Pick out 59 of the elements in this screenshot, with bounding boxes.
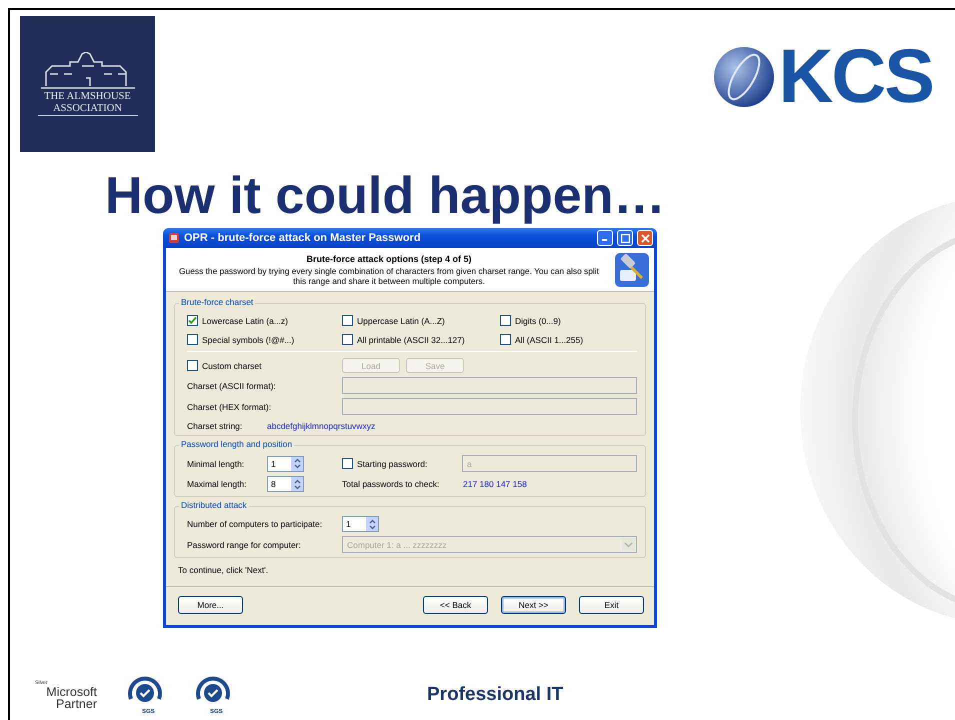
field-label: Charset string: (187, 421, 244, 431)
dialog-button[interactable]: Next >> (501, 596, 566, 614)
checkbox[interactable] (187, 334, 198, 345)
status-text: To continue, click 'Next'. (178, 565, 270, 575)
footer-text: Professional IT (427, 684, 564, 706)
rule-line-icon (38, 114, 138, 116)
checkbox[interactable] (500, 315, 511, 326)
sphere-icon (712, 46, 775, 108)
minimize-button[interactable] (597, 230, 613, 246)
checkbox-label: Digits (0...9) (515, 316, 561, 326)
checkbox[interactable] (342, 458, 353, 469)
checkbox[interactable] (187, 360, 198, 371)
dialog-button[interactable]: Exit (579, 596, 644, 614)
field-label: Minimal length: (187, 458, 246, 468)
total-value: 217 180 147 158 (463, 479, 527, 489)
slide-title: How it could happen… (105, 168, 666, 224)
field-label: Charset (ASCII format): (187, 380, 276, 390)
checkbox-label: Uppercase Latin (A...Z) (357, 316, 445, 326)
checkbox-label: All (ASCII 1...255) (515, 334, 584, 344)
checkbox[interactable] (342, 315, 353, 326)
checkbox-label: Lowercase Latin (a...z) (202, 316, 288, 326)
spin-arrows-icon[interactable] (366, 517, 378, 531)
checkbox-label: Starting password: (357, 458, 428, 468)
app-icon (168, 232, 180, 244)
close-icon (640, 234, 650, 242)
maximize-icon (620, 234, 630, 242)
spin-field[interactable]: 1 (267, 456, 304, 472)
close-button[interactable] (637, 230, 653, 246)
group-legend: Distributed attack (179, 500, 249, 510)
logo-text: THE ALMSHOUSE (44, 90, 131, 102)
window-title: OPR - brute-force attack on Master Password (184, 232, 422, 244)
checkbox[interactable] (500, 334, 511, 345)
dialog-button[interactable]: More... (178, 596, 243, 614)
logo-text: ASSOCIATION (53, 102, 122, 114)
spin-field[interactable]: 8 (267, 476, 304, 492)
group-legend: Brute-force charset (179, 297, 256, 307)
checkbox[interactable] (342, 334, 353, 345)
step-heading: Brute-force attack options (step 4 of 5) (306, 254, 472, 264)
spin-field[interactable]: 1 (342, 516, 379, 532)
field-label: Number of computers to participate: (187, 519, 324, 529)
field-label: Maximal length: (187, 479, 248, 489)
charset-value: abcdefghijklmnopqrstuvwxyz (267, 421, 376, 431)
checkbox-label: Special symbols (!@#...) (202, 334, 294, 344)
checkbox[interactable] (187, 315, 198, 326)
step-description: Guess the password by trying every single combination of characters from given charset range. You can also split this range and share it between multiple computers. (178, 266, 600, 286)
spin-arrows-icon[interactable] (291, 477, 303, 491)
group-legend: Password length and position (179, 439, 294, 449)
maximize-button[interactable] (617, 230, 633, 246)
checkbox-label: Custom charset (202, 360, 262, 370)
field-label: Charset (HEX format): (187, 402, 272, 412)
logo-text: Microsoft (46, 686, 97, 698)
field-label: Total passwords to check: (342, 479, 440, 489)
checkbox-label: All printable (ASCII 32...127) (357, 334, 465, 344)
logo-text: Partner (56, 698, 97, 710)
logo-text: KCS (778, 42, 933, 112)
spin-arrows-icon[interactable] (291, 456, 303, 470)
field-label: Password range for computer: (187, 540, 302, 550)
dialog-button[interactable]: << Back (423, 596, 488, 614)
hammer-keyboard-icon (614, 252, 650, 288)
